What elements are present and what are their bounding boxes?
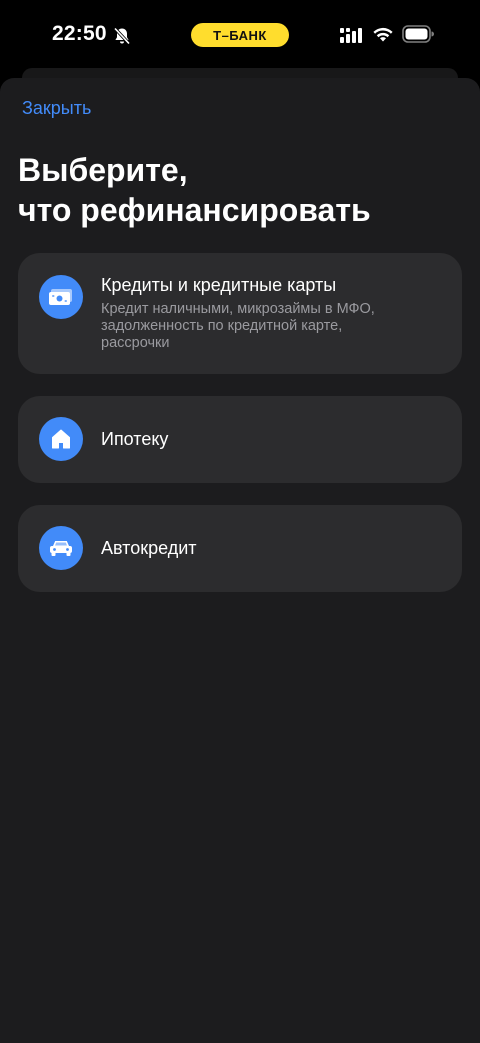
page-title: Выберите, что рефинансировать — [18, 150, 458, 230]
banknote-icon — [49, 289, 72, 305]
battery-icon — [402, 25, 434, 43]
option-description: Кредит наличными, микрозаймы в МФО, задо… — [101, 301, 375, 351]
status-bar: 22:50 Т–БАНК — [0, 0, 480, 70]
status-time: 22:50 — [52, 22, 107, 45]
option-title: Кредиты и кредитные карты — [101, 275, 337, 295]
close-button[interactable]: Закрыть — [22, 98, 91, 119]
bank-badge[interactable]: Т–БАНК — [191, 23, 289, 47]
wifi-icon — [373, 27, 393, 42]
option-credits-and-cards[interactable]: Кредиты и кредитные карты Кредит наличны… — [18, 253, 462, 374]
page-title-line-1: Выберите, — [18, 152, 188, 188]
option-icon-circle — [39, 526, 83, 570]
option-mortgage[interactable]: Ипотеку — [18, 396, 462, 483]
page-title-line-2: что рефинансировать — [18, 192, 371, 228]
option-car-loan[interactable]: Автокредит — [18, 505, 462, 592]
bell-off-icon — [113, 27, 131, 45]
house-icon — [52, 429, 70, 449]
car-icon — [50, 541, 72, 556]
signal-icon — [340, 28, 362, 43]
option-icon-circle — [39, 275, 83, 319]
bank-badge-label: Т–БАНК — [213, 27, 267, 43]
option-title: Ипотеку — [101, 429, 169, 449]
option-icon-circle — [39, 417, 83, 461]
option-title: Автокредит — [101, 538, 197, 558]
